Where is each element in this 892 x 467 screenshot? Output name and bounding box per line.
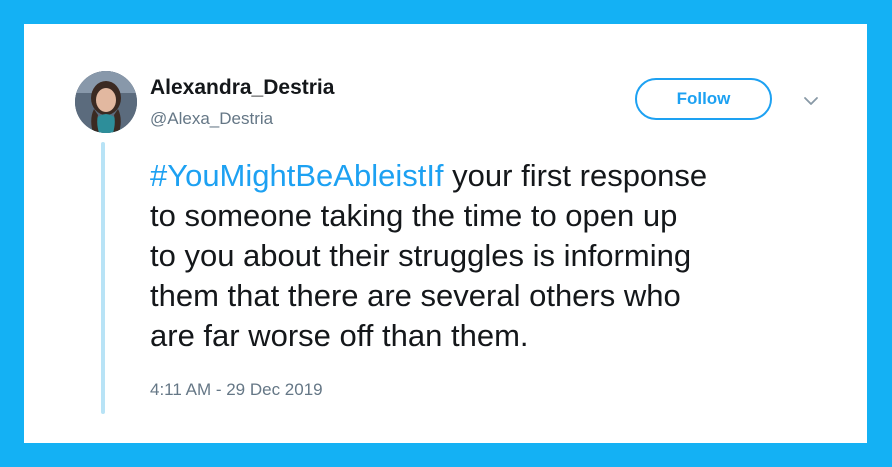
follow-button[interactable]: Follow — [635, 78, 772, 120]
chevron-down-icon-glyph — [804, 97, 818, 105]
display-name[interactable]: Alexandra_Destria — [150, 76, 334, 100]
avatar[interactable] — [75, 71, 137, 133]
chevron-down-icon[interactable] — [799, 93, 823, 109]
avatar-image — [75, 71, 137, 133]
tweet-card: Alexandra_Destria @Alexa_Destria Follow … — [24, 24, 867, 443]
thread-line — [101, 142, 105, 414]
tweet-text-line: them that there are several others who — [150, 278, 681, 313]
user-handle[interactable]: @Alexa_Destria — [150, 109, 273, 129]
tweet-text-line: to you about their struggles is informin… — [150, 238, 692, 273]
tweet-timestamp[interactable]: 4:11 AM - 29 Dec 2019 — [150, 380, 323, 400]
tweet-text-line: your first response — [443, 158, 708, 193]
tweet-text-line: to someone taking the time to open up — [150, 198, 678, 233]
hashtag-link[interactable]: #YouMightBeAbleistIf — [150, 158, 444, 193]
tweet-text: #YouMightBeAbleistIf your first response… — [150, 156, 840, 356]
tweet-text-line: are far worse off than them. — [150, 318, 529, 353]
